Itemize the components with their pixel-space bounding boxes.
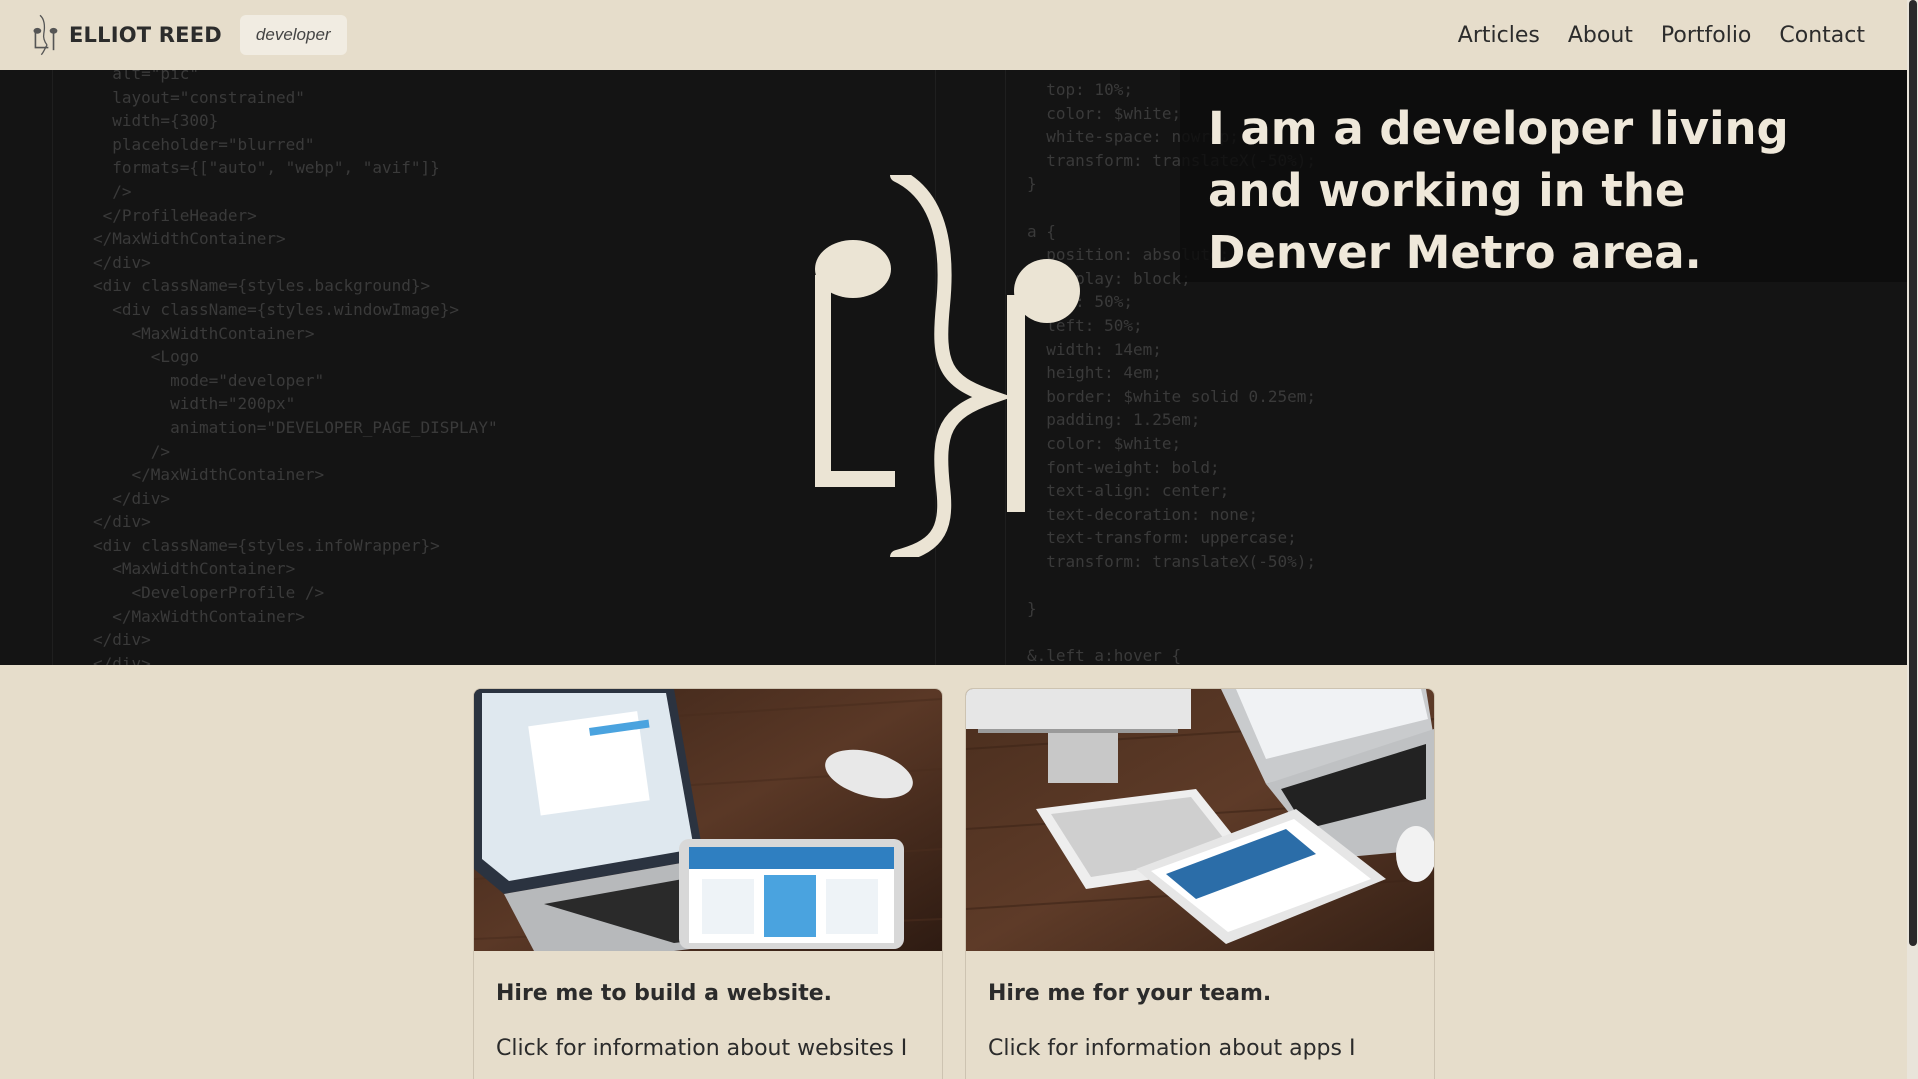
nav-link-articles[interactable]: Articles (1458, 23, 1540, 48)
brand-home-link[interactable]: ELLIOT REED (32, 14, 222, 56)
nav-link-contact[interactable]: Contact (1779, 23, 1865, 48)
hero-banner: alt="pic" layout="constrained" width={30… (0, 70, 1907, 665)
nav-link-about[interactable]: About (1568, 23, 1633, 48)
hero-tagline: I am a developer living and working in t… (1208, 102, 1789, 279)
card-description: Click for information about websites I (496, 1036, 908, 1061)
hero-logo-icon (815, 175, 1080, 557)
card-title: Hire me for your team. (988, 981, 1272, 1006)
top-navigation: ELLIOT REED developer Articles About Por… (0, 0, 1907, 71)
laptop-tablet-photo (474, 689, 942, 951)
card-hire-for-team[interactable]: Hire me for your team. Click for informa… (965, 688, 1435, 1079)
brand-name: ELLIOT REED (69, 23, 222, 47)
scrollbar-thumb[interactable] (1909, 0, 1917, 946)
brand-logo-icon (33, 14, 58, 56)
background-code-jsx: alt="pic" layout="constrained" width={30… (93, 70, 498, 665)
card-build-website[interactable]: Hire me to build a website. Click for in… (473, 688, 943, 1079)
service-cards: Hire me to build a website. Click for in… (473, 688, 1435, 1079)
nav-link-portfolio[interactable]: Portfolio (1661, 23, 1752, 48)
editor-gutter-line (52, 70, 53, 665)
page-scrollbar[interactable] (1907, 0, 1918, 1079)
nav-menu: Articles About Portfolio Contact (1458, 23, 1865, 48)
role-badge: developer (239, 15, 347, 55)
card-description: Click for information about apps I (988, 1036, 1356, 1061)
card-title: Hire me to build a website. (496, 981, 833, 1006)
desk-devices-photo (966, 689, 1434, 951)
page: ELLIOT REED developer Articles About Por… (0, 0, 1907, 1079)
